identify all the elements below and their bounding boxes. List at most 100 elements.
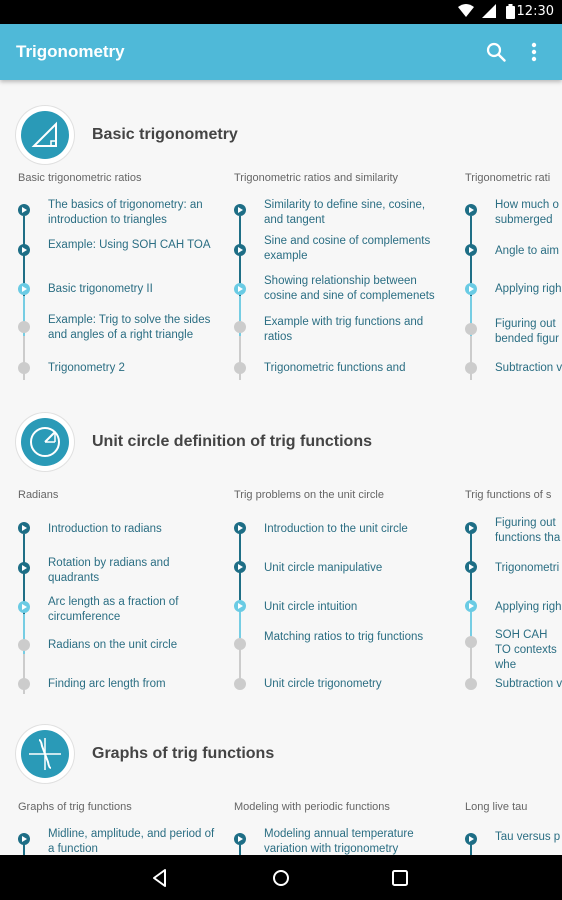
not-started-dot-icon [234, 678, 246, 690]
item-label: Figuring out functions tha [495, 517, 561, 544]
completed-play-icon [234, 244, 246, 256]
section-header[interactable]: Graphs of trig functions [0, 700, 562, 800]
not-started-dot-icon [465, 678, 477, 690]
completed-play-icon [18, 833, 30, 845]
unit-title[interactable]: Long live tau [465, 801, 527, 813]
item-label: Rotation by radians and quadrants [48, 557, 170, 584]
not-started-dot-icon [18, 362, 30, 374]
navigation-bar [0, 855, 562, 900]
not-started-dot-icon [18, 678, 30, 690]
progress-rail [23, 534, 25, 694]
not-started-dot-icon [18, 321, 30, 333]
current-play-icon [18, 283, 30, 295]
item-label: Subtraction v [495, 678, 562, 690]
section-title: Graphs of trig functions [92, 745, 275, 762]
back-icon[interactable] [149, 867, 171, 889]
completed-play-icon [234, 204, 246, 216]
section-unit-circle: Unit circle definition of trig functions… [0, 388, 562, 700]
item-label: Matching ratios to trig functions [264, 631, 424, 643]
completed-play-icon [234, 833, 246, 845]
item-label: The basics of trigonometry: an introduct… [48, 199, 203, 226]
status-time: 12:30 [516, 4, 554, 19]
recents-icon[interactable] [389, 867, 411, 889]
item-label: Unit circle manipulative [264, 562, 383, 574]
completed-play-icon [465, 561, 477, 573]
status-bar: 12:30 [0, 0, 562, 24]
unit-columns: Graphs of trig functions Midline, amplit… [0, 800, 562, 855]
item-label: Trigonometri [495, 562, 560, 574]
completed-play-icon [18, 522, 30, 534]
signal-icon [482, 4, 496, 18]
item-label: Similarity to define sine, cosine, and t… [264, 199, 426, 226]
screen: 12:30 Trigonometry Basic trigonometry Ba… [0, 0, 562, 900]
item-label: Example: Using SOH CAH TOA [48, 239, 211, 251]
current-play-icon [465, 600, 477, 612]
completed-play-icon [465, 244, 477, 256]
item-label: Applying righ [495, 283, 562, 295]
home-icon[interactable] [270, 867, 292, 889]
progress-rail [239, 216, 241, 380]
item-label: Modeling annual temperature variation wi… [264, 828, 414, 855]
progress-rail [23, 844, 25, 855]
unit-columns: Radians Introduction to radians Rotation… [0, 488, 562, 708]
section-header[interactable]: Unit circle definition of trig functions [0, 388, 562, 488]
completed-play-icon [234, 561, 246, 573]
current-play-icon [465, 283, 477, 295]
item-label: Sine and cosine of complements example [264, 235, 431, 262]
triangle-icon [16, 106, 74, 164]
item-label: Basic trigonometry II [48, 283, 153, 295]
unit-title[interactable]: Graphs of trig functions [18, 801, 132, 813]
unit-title[interactable]: Radians [18, 489, 58, 501]
more-options-icon[interactable] [526, 40, 542, 64]
unit-title[interactable]: Trigonometric rati [465, 172, 550, 184]
completed-play-icon [465, 204, 477, 216]
unit-title[interactable]: Modeling with periodic functions [234, 801, 390, 813]
item-label: Introduction to radians [48, 523, 162, 535]
battery-icon [506, 4, 515, 19]
item-label: SOH CAH TO contexts whe [495, 629, 557, 671]
item-label: Example: Trig to solve the sides and ang… [48, 314, 211, 341]
current-play-icon [234, 283, 246, 295]
item-label: Angle to aim [495, 245, 559, 257]
progress-rail [470, 216, 472, 380]
completed-play-icon [234, 522, 246, 534]
completed-play-icon [18, 562, 30, 574]
item-label: How much o submerged [495, 199, 559, 226]
item-label: Tau versus p [495, 831, 561, 843]
search-icon[interactable] [486, 42, 506, 62]
not-started-dot-icon [234, 362, 246, 374]
app-title: Trigonometry [16, 42, 125, 61]
unit-circle-icon [16, 413, 74, 471]
topic-content[interactable]: Basic trigonometry Basic trigonometric r… [0, 80, 562, 855]
item-label: Applying righ [495, 601, 562, 613]
item-label: Unit circle intuition [264, 601, 358, 613]
item-label: Arc length as a fraction of circumferenc… [48, 596, 179, 623]
unit-title[interactable]: Trig problems on the unit circle [234, 489, 384, 501]
item-label: Trigonometry 2 [48, 362, 125, 374]
current-play-icon [234, 600, 246, 612]
unit-title[interactable]: Trigonometric ratios and similarity [234, 172, 398, 184]
item-label: Showing relationship between cosine and … [264, 275, 435, 302]
not-started-dot-icon [234, 638, 246, 650]
item-label: Introduction to the unit circle [264, 523, 408, 535]
wifi-icon [458, 4, 474, 17]
item-label: Radians on the unit circle [48, 639, 178, 651]
item-label: Trigonometric functions and [264, 362, 406, 374]
section-title: Unit circle definition of trig functions [92, 433, 372, 450]
item-label: Finding arc length from [48, 678, 166, 690]
progress-rail [239, 844, 241, 855]
not-started-dot-icon [465, 636, 477, 648]
unit-columns: Basic trigonometric ratios The basics of… [0, 170, 562, 390]
not-started-dot-icon [18, 639, 30, 651]
completed-play-icon [465, 833, 477, 845]
item-label: Figuring out bended figur [495, 318, 559, 345]
current-play-icon [18, 601, 30, 613]
unit-title[interactable]: Basic trigonometric ratios [18, 172, 142, 184]
section-basic-trigonometry: Basic trigonometry Basic trigonometric r… [0, 80, 562, 388]
section-title: Basic trigonometry [92, 126, 238, 143]
completed-play-icon [18, 204, 30, 216]
completed-play-icon [465, 522, 477, 534]
section-header[interactable]: Basic trigonometry [0, 80, 562, 170]
unit-title[interactable]: Trig functions of s [465, 489, 551, 501]
not-started-dot-icon [234, 321, 246, 333]
